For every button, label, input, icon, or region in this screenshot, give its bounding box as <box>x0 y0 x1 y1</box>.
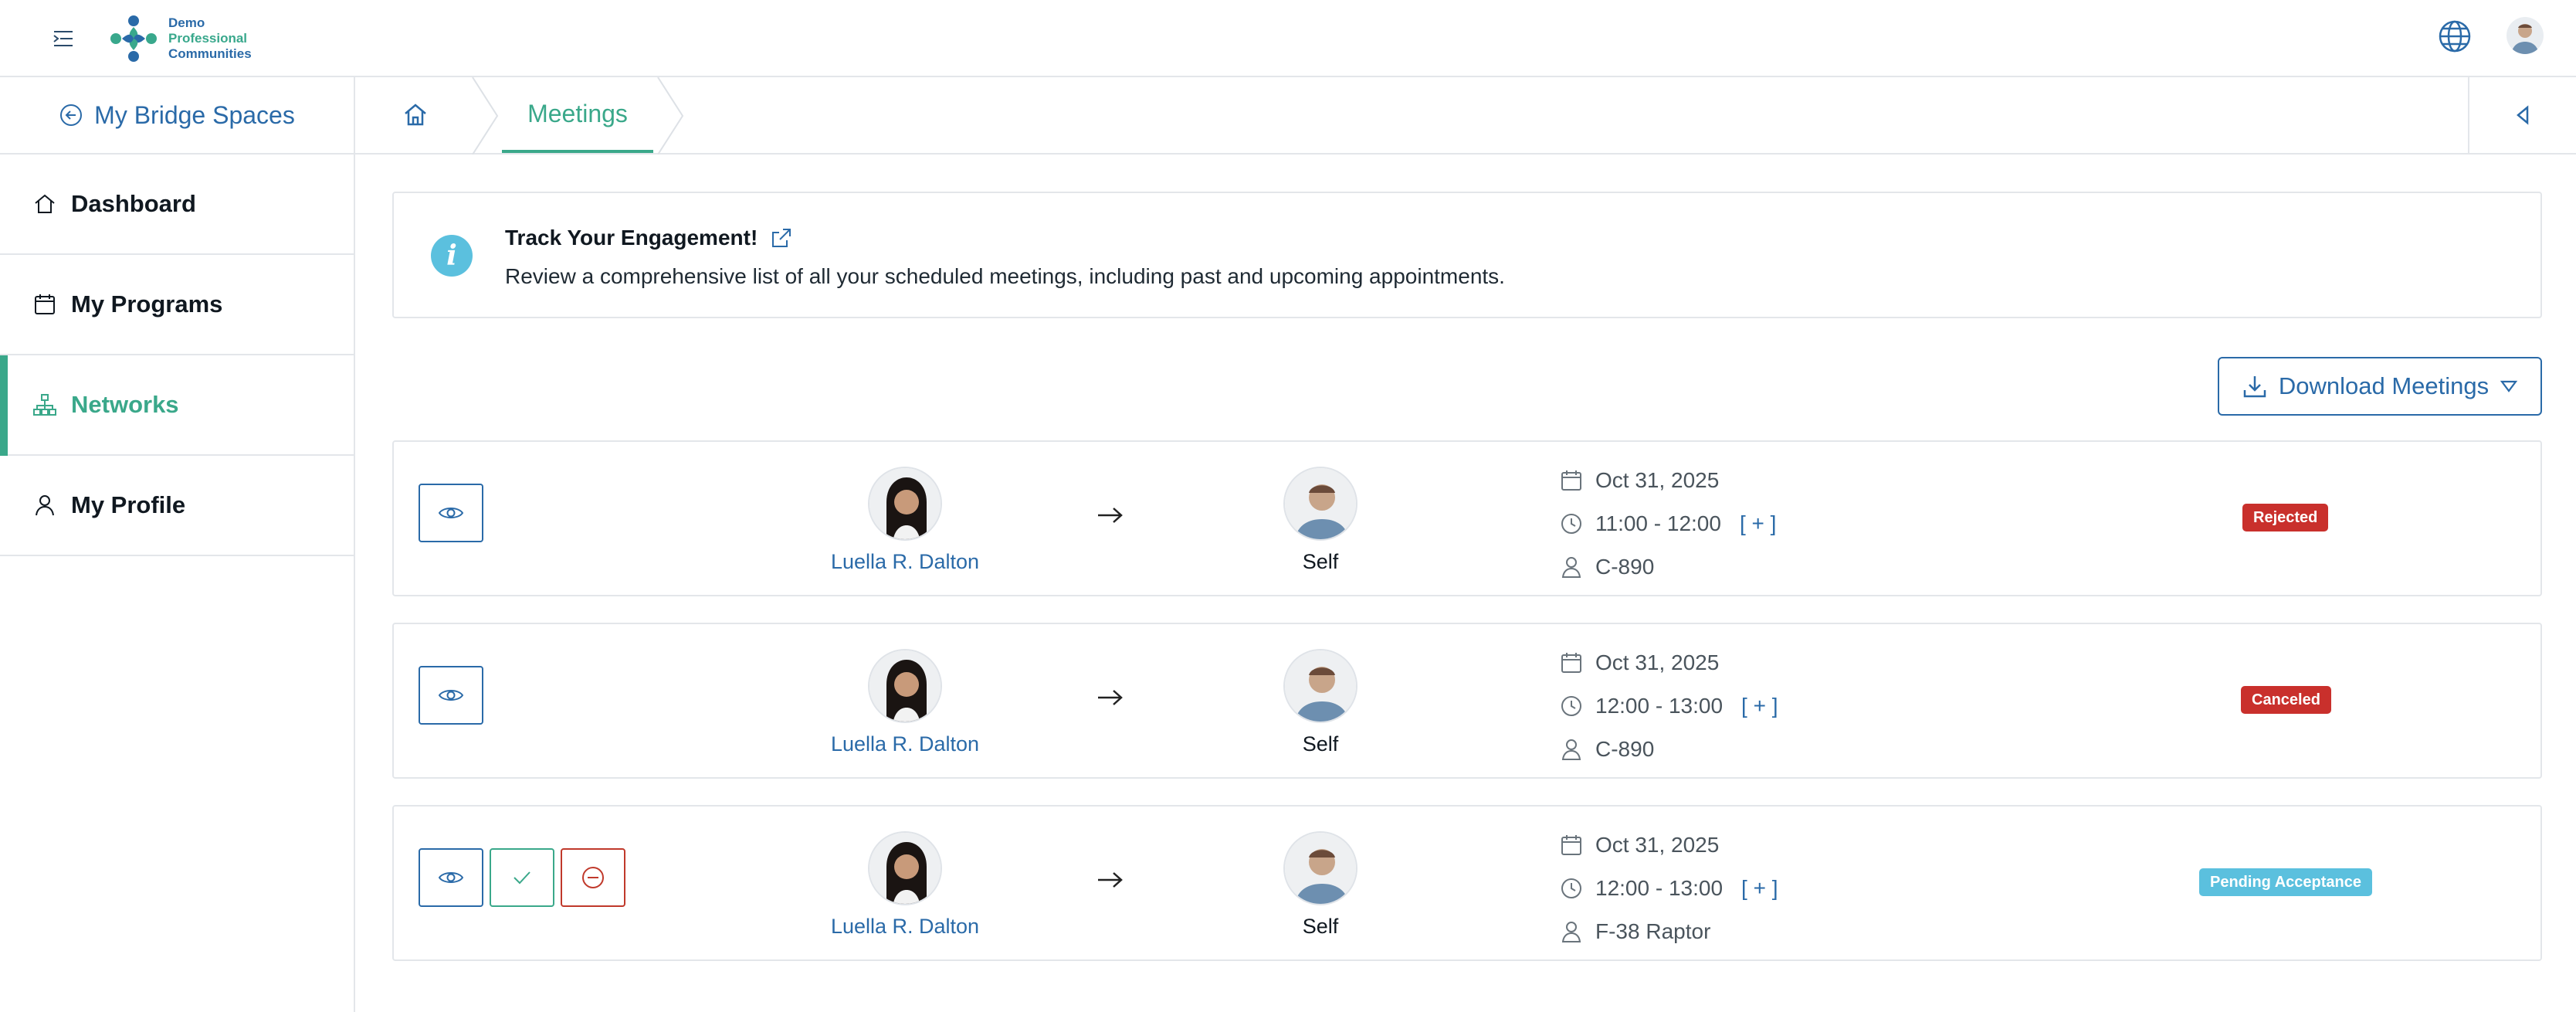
view-meeting-button[interactable] <box>419 666 483 725</box>
user-avatar[interactable] <box>2507 17 2544 54</box>
calendar-icon <box>35 294 55 314</box>
calendar-icon <box>1561 470 1581 491</box>
more-times-link[interactable]: [ + ] <box>1740 511 1776 536</box>
breadcrumb-home-icon[interactable] <box>402 100 432 131</box>
calendar-icon <box>1561 653 1581 673</box>
eye-icon <box>438 690 464 701</box>
download-meetings-button[interactable]: Download Meetings <box>2218 357 2542 416</box>
recipient-name: Self <box>1302 915 1339 938</box>
user-icon <box>36 495 54 516</box>
user-icon <box>1561 557 1581 578</box>
info-icon: i <box>431 235 473 277</box>
info-description: Review a comprehensive list of all your … <box>505 264 1505 288</box>
recipient-avatar <box>1283 831 1357 905</box>
more-times-link[interactable]: [ + ] <box>1741 876 1778 901</box>
meeting-recipient: Self <box>1228 831 1413 939</box>
sidebar-item-networks[interactable]: Networks <box>0 355 354 456</box>
meeting-date: Oct 31, 2025 <box>1595 833 1720 857</box>
network-icon <box>33 394 56 416</box>
status-badge: Canceled <box>2241 686 2331 714</box>
requester-name-link[interactable]: Luella R. Dalton <box>831 550 979 574</box>
eye-icon <box>438 508 464 518</box>
arrow-right-icon <box>1098 872 1123 888</box>
sidebar-item-my-programs[interactable]: My Programs <box>0 255 354 355</box>
breadcrumb-separator <box>657 77 684 155</box>
clock-icon <box>1561 514 1581 534</box>
home-icon <box>35 194 55 213</box>
recipient-name: Self <box>1302 550 1339 573</box>
requester-name-link[interactable]: Luella R. Dalton <box>831 732 979 756</box>
logo-text: Demo Professional Communities <box>168 15 252 61</box>
meeting-row: Luella R. Dalton Self Oct 31, 2025 11:00… <box>392 440 2542 596</box>
recipient-avatar <box>1283 467 1357 541</box>
minus-circle-icon <box>582 867 604 888</box>
meeting-row: Luella R. Dalton Self Oct 31, 2025 12:00… <box>392 805 2542 961</box>
breadcrumb: Meetings <box>355 77 2576 155</box>
arrow-right-icon <box>1098 690 1123 705</box>
brand-logo[interactable]: Demo Professional Communities <box>108 9 252 68</box>
meeting-location: C-890 <box>1595 555 1655 579</box>
external-link-icon[interactable] <box>770 226 793 250</box>
engagement-info-box: i Track Your Engagement! Review a compre… <box>392 192 2542 318</box>
meeting-recipient: Self <box>1228 649 1413 756</box>
meeting-recipient: Self <box>1228 467 1413 574</box>
top-bar: Demo Professional Communities <box>0 0 2576 77</box>
clock-icon <box>1561 878 1581 898</box>
logo-mark-icon <box>110 15 157 62</box>
back-to-bridge-spaces-link[interactable]: My Bridge Spaces <box>0 77 354 155</box>
sidebar-item-dashboard[interactable]: Dashboard <box>0 155 354 255</box>
meeting-date: Oct 31, 2025 <box>1595 468 1720 492</box>
requester-name-link[interactable]: Luella R. Dalton <box>831 915 979 939</box>
view-meeting-button[interactable] <box>419 484 483 542</box>
status-badge: Rejected <box>2242 504 2329 531</box>
info-title: Track Your Engagement! <box>505 226 758 250</box>
check-icon <box>514 871 530 885</box>
status-badge: Pending Acceptance <box>2199 868 2372 896</box>
meeting-time: 11:00 - 12:00 <box>1595 511 1721 535</box>
breadcrumb-separator <box>472 77 499 155</box>
meeting-row: Luella R. Dalton Self Oct 31, 2025 12:00… <box>392 623 2542 779</box>
language-globe-icon[interactable] <box>2437 19 2473 54</box>
sidebar: My Bridge Spaces Dashboard My Programs N… <box>0 77 355 1012</box>
menu-toggle-icon[interactable] <box>48 23 79 54</box>
meeting-time: 12:00 - 13:00 <box>1595 876 1724 900</box>
user-icon <box>1561 739 1581 760</box>
recipient-name: Self <box>1302 732 1339 756</box>
arrow-left-circle-icon <box>60 104 83 126</box>
user-icon <box>1561 922 1581 942</box>
meeting-location: C-890 <box>1595 737 1655 761</box>
accept-meeting-button[interactable] <box>490 848 554 907</box>
decline-meeting-button[interactable] <box>561 848 625 907</box>
caret-left-icon <box>2517 105 2529 125</box>
meeting-requester: Luella R. Dalton <box>812 649 998 756</box>
requester-avatar <box>868 467 942 541</box>
sidebar-item-my-profile[interactable]: My Profile <box>0 456 354 556</box>
arrow-right-icon <box>1098 508 1123 523</box>
meeting-location: F-38 Raptor <box>1595 919 1711 943</box>
calendar-icon <box>1561 835 1581 855</box>
requester-avatar <box>868 649 942 723</box>
download-icon <box>2243 376 2266 398</box>
eye-icon <box>438 872 464 883</box>
recipient-avatar <box>1283 649 1357 723</box>
requester-avatar <box>868 831 942 905</box>
clock-icon <box>1561 696 1581 716</box>
caret-down-icon <box>2500 380 2518 392</box>
more-times-link[interactable]: [ + ] <box>1741 694 1778 718</box>
breadcrumb-meetings[interactable]: Meetings <box>502 77 653 153</box>
meeting-date: Oct 31, 2025 <box>1595 650 1720 674</box>
collapse-panel-button[interactable] <box>2468 77 2576 153</box>
meeting-time: 12:00 - 13:00 <box>1595 694 1724 718</box>
view-meeting-button[interactable] <box>419 848 483 907</box>
meeting-requester: Luella R. Dalton <box>812 467 998 574</box>
meeting-requester: Luella R. Dalton <box>812 831 998 939</box>
